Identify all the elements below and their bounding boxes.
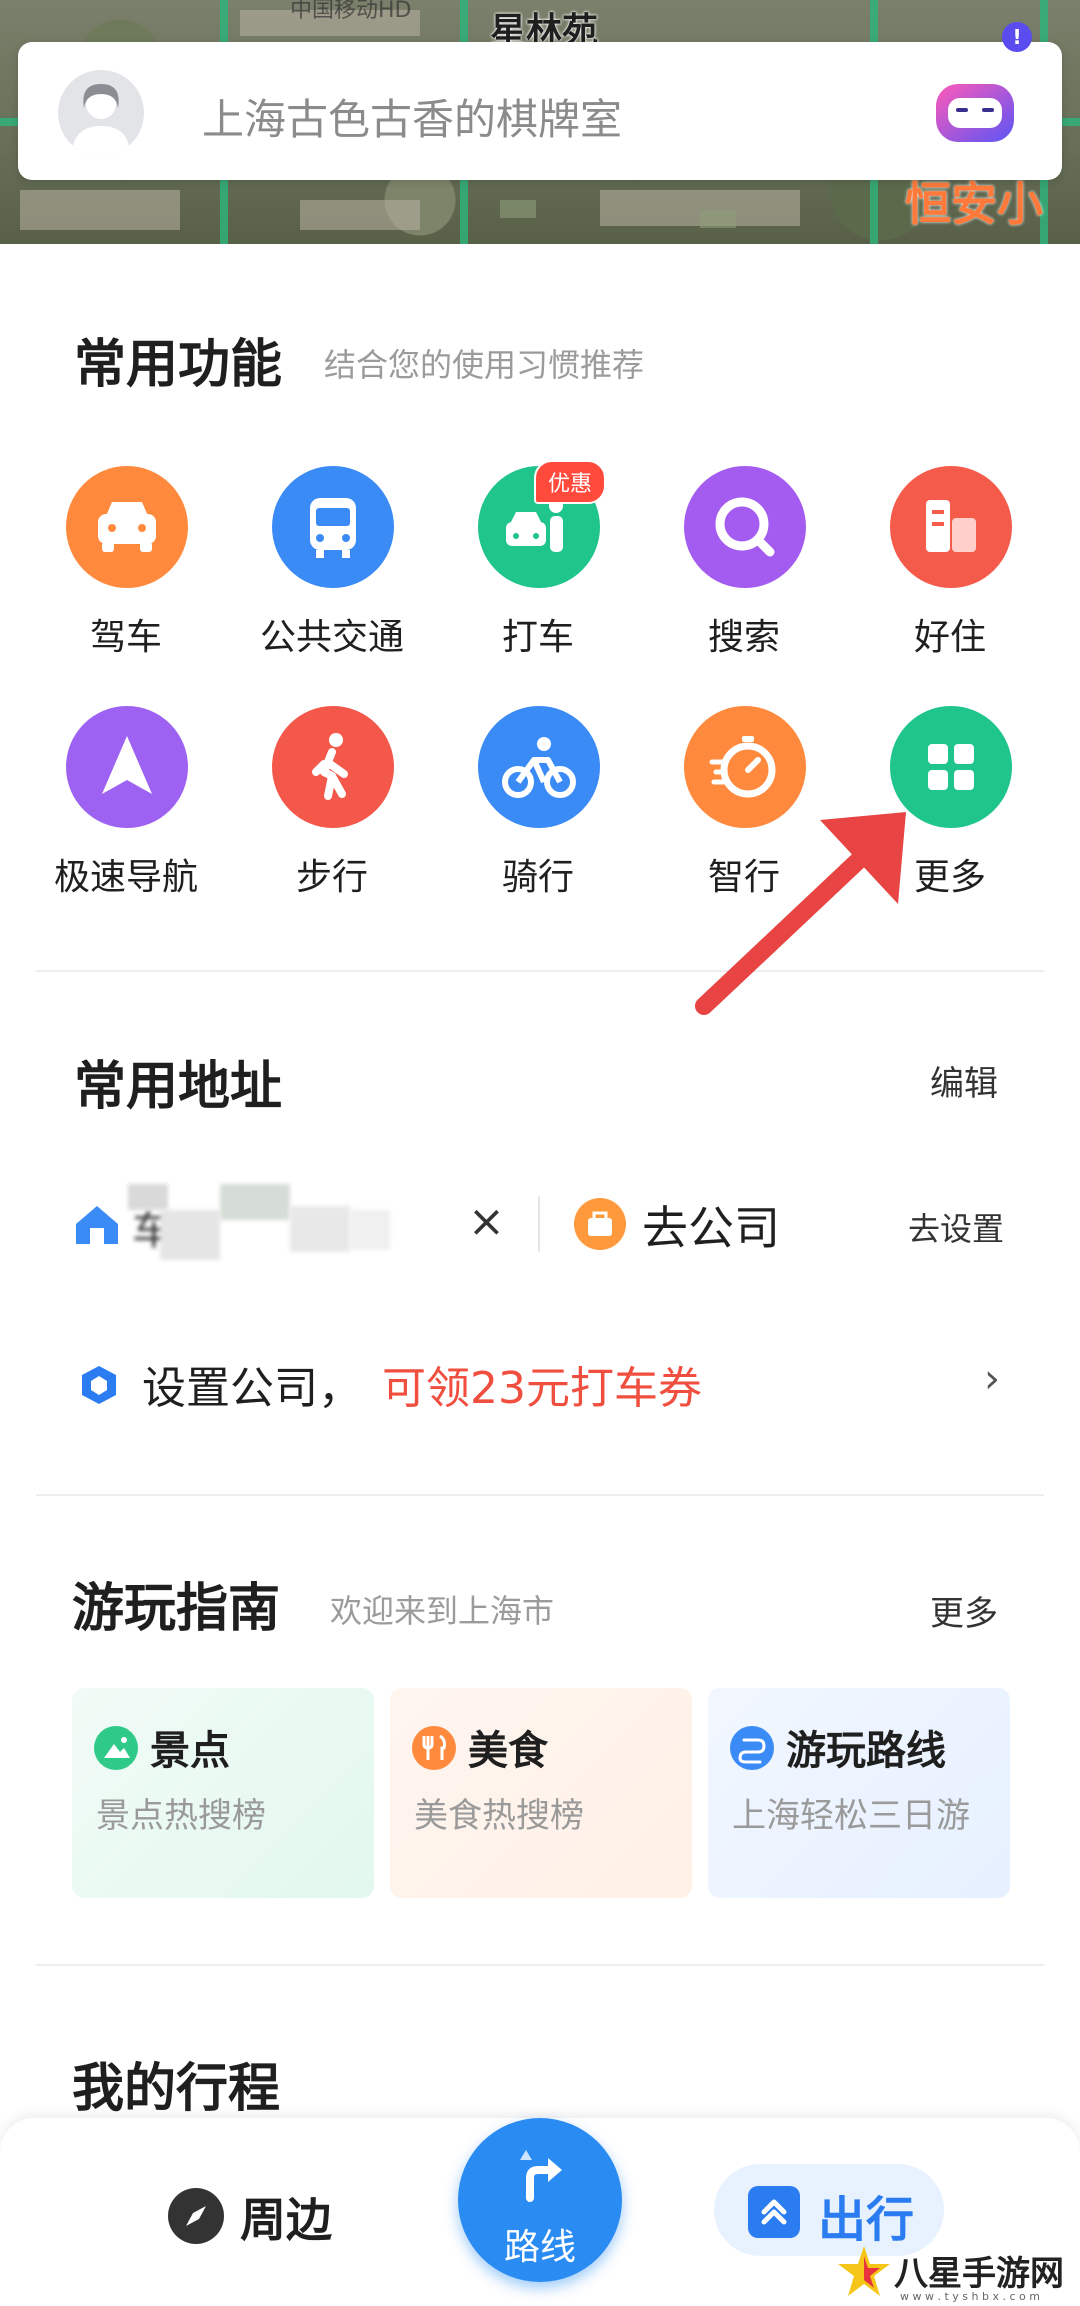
map-view[interactable]: 中国移动HD 星林苑 恒安小区 上海古色古香的棋牌室 bbox=[0, 0, 1080, 244]
cutlery-icon bbox=[412, 1726, 456, 1770]
guide-card-title: 美食 bbox=[468, 1728, 548, 1774]
guide-card-title: 景点 bbox=[150, 1728, 230, 1774]
guide-card-food[interactable]: 美食 美食热搜榜 bbox=[390, 1688, 692, 1898]
route-arrow-icon bbox=[520, 2150, 562, 2202]
func-label: 驾车 bbox=[89, 617, 162, 658]
avatar[interactable] bbox=[58, 70, 144, 156]
chevron-right-icon: › bbox=[984, 1356, 1000, 1402]
func-label: 智行 bbox=[707, 857, 780, 898]
search-icon bbox=[684, 466, 806, 588]
briefcase-icon bbox=[574, 1198, 626, 1250]
section-subtitle-guide: 欢迎来到上海市 bbox=[330, 1592, 555, 1630]
func-label: 打车 bbox=[501, 617, 574, 658]
mountain-icon bbox=[94, 1726, 138, 1770]
func-search[interactable]: 搜索 bbox=[644, 466, 844, 666]
guide-card-title: 游玩路线 bbox=[786, 1728, 946, 1774]
clear-home-button[interactable]: × bbox=[468, 1196, 505, 1247]
divider bbox=[36, 970, 1044, 972]
watermark-url: w w w . t y s h b x . c o m bbox=[900, 2290, 1040, 2303]
guide-card-subtitle: 上海轻松三日游 bbox=[732, 1796, 970, 1836]
func-taxi[interactable]: 优惠 打车 bbox=[438, 460, 638, 666]
section-subtitle-functions: 结合您的使用习惯推荐 bbox=[324, 346, 645, 384]
notification-badge: ! bbox=[1002, 22, 1032, 52]
redaction-block bbox=[128, 1184, 168, 1210]
guide-card-attractions[interactable]: 景点 景点热搜榜 bbox=[72, 1688, 374, 1898]
double-chevron-up-icon bbox=[748, 2186, 800, 2238]
search-input[interactable]: 上海古色古香的棋牌室 bbox=[202, 86, 622, 147]
redaction-block bbox=[350, 1210, 390, 1250]
compass-icon bbox=[168, 2188, 224, 2244]
func-label: 更多 bbox=[913, 857, 986, 898]
nav-nearby-label: 周边 bbox=[240, 2193, 332, 2247]
promo-highlight: 可领23元打车券 bbox=[382, 1363, 702, 1414]
bike-icon bbox=[478, 706, 600, 828]
go-company-button[interactable]: 去公司 bbox=[642, 1192, 780, 1258]
car-icon bbox=[66, 466, 188, 588]
func-more[interactable]: 更多 bbox=[850, 706, 1050, 906]
func-label: 极速导航 bbox=[53, 857, 198, 898]
search-bar[interactable]: 上海古色古香的棋牌室 ! bbox=[18, 22, 1062, 180]
address-row: 车 × 去公司 去设置 bbox=[0, 1170, 1080, 1280]
route-button[interactable]: 路线 bbox=[458, 2118, 622, 2282]
timer-icon bbox=[684, 706, 806, 828]
nav-nearby[interactable]: 周边 bbox=[168, 2180, 368, 2250]
func-label: 骑行 bbox=[501, 857, 574, 898]
section-title-guide: 游玩指南 bbox=[72, 1579, 281, 1639]
company-promo-banner[interactable]: 设置公司， 可领23元打车券 › bbox=[0, 1330, 1080, 1430]
section-title-trips: 我的行程 bbox=[72, 2059, 281, 2119]
hotel-icon bbox=[890, 466, 1012, 588]
guide-more-button[interactable]: 更多 bbox=[930, 1586, 998, 1635]
navigation-icon bbox=[66, 706, 188, 828]
func-walk[interactable]: 步行 bbox=[232, 706, 432, 906]
watermark: 八星手游网 w w w . t y s h b x . c o m bbox=[830, 2236, 1080, 2306]
redaction-block bbox=[290, 1206, 350, 1252]
func-label: 搜索 bbox=[707, 617, 780, 658]
func-label: 好住 bbox=[913, 617, 986, 658]
route-button-label: 路线 bbox=[503, 2227, 576, 2268]
divider bbox=[36, 1964, 1044, 1966]
assistant-robot-icon[interactable] bbox=[932, 78, 1018, 148]
home-icon[interactable] bbox=[70, 1198, 124, 1252]
guide-card-route[interactable]: 游玩路线 上海轻松三日游 bbox=[708, 1688, 1010, 1898]
guide-card-subtitle: 景点热搜榜 bbox=[96, 1796, 266, 1836]
watermark-text: 八星手游网 bbox=[894, 2254, 1064, 2294]
route-icon bbox=[730, 1726, 774, 1770]
set-company-button[interactable]: 去设置 bbox=[908, 1204, 1004, 1250]
redaction-block bbox=[220, 1184, 290, 1220]
discount-badge: 优惠 bbox=[534, 460, 607, 504]
shield-icon bbox=[78, 1364, 120, 1406]
watermark-logo-icon bbox=[838, 2246, 890, 2296]
bus-icon bbox=[272, 466, 394, 588]
edit-button[interactable]: 编辑 bbox=[930, 1056, 998, 1105]
map-carrier-label: 中国移动HD bbox=[290, 0, 412, 23]
func-drive[interactable]: 驾车 bbox=[26, 466, 226, 666]
section-title-functions: 常用功能 bbox=[74, 335, 283, 395]
func-label: 步行 bbox=[295, 857, 368, 898]
func-smart-travel[interactable]: 智行 bbox=[644, 706, 844, 906]
func-public-transit[interactable]: 公共交通 bbox=[232, 466, 432, 666]
func-fast-navigation[interactable]: 极速导航 bbox=[26, 706, 226, 906]
func-hotel[interactable]: 好住 bbox=[850, 466, 1050, 666]
divider bbox=[538, 1196, 540, 1252]
grid-icon bbox=[890, 706, 1012, 828]
guide-card-subtitle: 美食热搜榜 bbox=[414, 1796, 584, 1836]
redaction-block bbox=[160, 1210, 220, 1260]
func-cycling[interactable]: 骑行 bbox=[438, 706, 638, 906]
divider bbox=[36, 1494, 1044, 1496]
section-title-addresses: 常用地址 bbox=[74, 1057, 283, 1117]
func-label: 公共交通 bbox=[259, 617, 404, 658]
walk-icon bbox=[272, 706, 394, 828]
promo-prefix: 设置公司， bbox=[142, 1363, 362, 1414]
